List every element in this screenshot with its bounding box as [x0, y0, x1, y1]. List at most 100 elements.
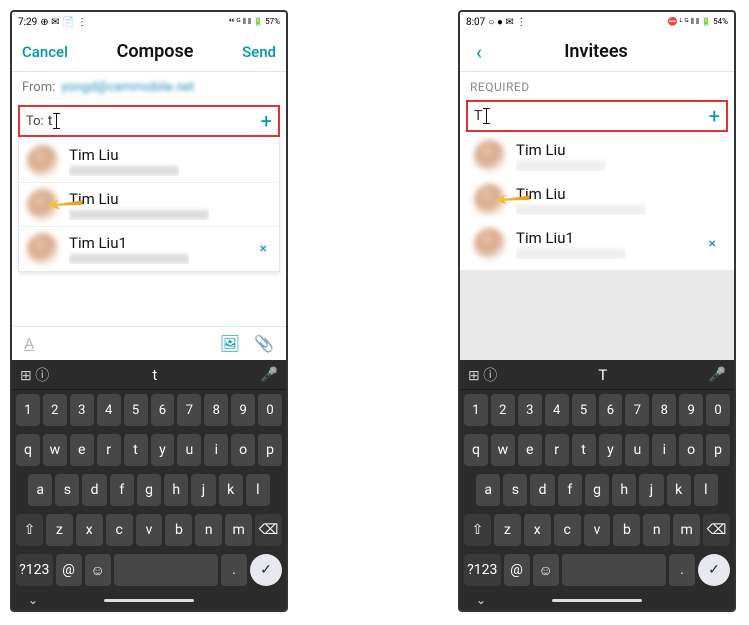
key[interactable]: b: [613, 514, 640, 546]
key[interactable]: 3: [70, 394, 94, 426]
format-text-button[interactable]: A: [24, 334, 34, 353]
key[interactable]: v: [136, 514, 163, 546]
add-invitee-button[interactable]: +: [709, 106, 720, 126]
key[interactable]: 8: [204, 394, 228, 426]
key[interactable]: q: [16, 434, 40, 466]
remove-suggestion-button[interactable]: ×: [705, 236, 720, 252]
key[interactable]: f: [110, 474, 134, 506]
key[interactable]: n: [643, 514, 670, 546]
add-recipient-button[interactable]: +: [261, 111, 272, 131]
key[interactable]: s: [55, 474, 79, 506]
keyboard-suggestion-text[interactable]: t: [49, 366, 260, 384]
key[interactable]: 1: [464, 394, 488, 426]
key[interactable]: t: [572, 434, 596, 466]
key[interactable]: b: [165, 514, 192, 546]
key[interactable]: u: [177, 434, 201, 466]
from-value[interactable]: yongd@cemmobile.net: [61, 80, 194, 95]
key[interactable]: e: [518, 434, 542, 466]
symbols-key[interactable]: ?123: [464, 554, 501, 586]
key[interactable]: m: [225, 514, 252, 546]
microphone-icon[interactable]: 🎤: [709, 367, 726, 383]
key[interactable]: t: [124, 434, 148, 466]
key[interactable]: q: [464, 434, 488, 466]
space-key[interactable]: [114, 554, 218, 586]
key[interactable]: x: [524, 514, 551, 546]
to-input[interactable]: t: [48, 113, 62, 129]
keyboard-menu-icon[interactable]: ⊞ ⓘ: [468, 365, 497, 385]
insert-image-button[interactable]: 🖼: [220, 334, 240, 353]
microphone-icon[interactable]: 🎤: [261, 367, 278, 383]
key[interactable]: f: [558, 474, 582, 506]
suggestion-item[interactable]: Tim Liu: [19, 139, 279, 183]
key[interactable]: g: [137, 474, 161, 506]
key[interactable]: 5: [124, 394, 148, 426]
key[interactable]: y: [599, 434, 623, 466]
keyboard-menu-icon[interactable]: ⊞ ⓘ: [20, 365, 49, 385]
shift-key[interactable]: ⇧: [16, 514, 43, 546]
keyboard-suggestion-text[interactable]: T: [497, 366, 708, 384]
key[interactable]: k: [667, 474, 691, 506]
suggestion-item[interactable]: Tim Liu: [466, 178, 728, 222]
key[interactable]: e: [70, 434, 94, 466]
key[interactable]: 2: [491, 394, 515, 426]
key[interactable]: o: [231, 434, 255, 466]
key[interactable]: u: [625, 434, 649, 466]
key[interactable]: 6: [599, 394, 623, 426]
key[interactable]: 8: [652, 394, 676, 426]
key[interactable]: z: [46, 514, 73, 546]
key[interactable]: x: [76, 514, 103, 546]
key[interactable]: k: [219, 474, 243, 506]
attach-file-button[interactable]: 📎: [254, 334, 274, 353]
suggestion-item[interactable]: Tim Liu: [19, 183, 279, 227]
period-key[interactable]: .: [221, 554, 247, 586]
key[interactable]: r: [545, 434, 569, 466]
key[interactable]: i: [204, 434, 228, 466]
key[interactable]: c: [106, 514, 133, 546]
at-key[interactable]: @: [504, 554, 530, 586]
key[interactable]: j: [191, 474, 215, 506]
invitee-input[interactable]: T: [474, 108, 491, 124]
to-field[interactable]: To: t +: [18, 105, 280, 137]
key[interactable]: d: [82, 474, 106, 506]
emoji-key[interactable]: ☺: [533, 554, 559, 586]
key[interactable]: 3: [518, 394, 542, 426]
suggestion-item[interactable]: Tim Liu: [466, 134, 728, 178]
key[interactable]: 0: [706, 394, 730, 426]
nav-handle[interactable]: [104, 599, 194, 602]
at-key[interactable]: @: [56, 554, 82, 586]
backspace-key[interactable]: ⌫: [255, 514, 282, 546]
key[interactable]: l: [694, 474, 718, 506]
suggestion-item[interactable]: Tim Liu1 ×: [19, 227, 279, 271]
emoji-key[interactable]: ☺: [85, 554, 111, 586]
back-button[interactable]: ‹: [470, 40, 488, 64]
invitee-field[interactable]: T +: [466, 100, 728, 132]
key[interactable]: s: [503, 474, 527, 506]
key[interactable]: r: [97, 434, 121, 466]
submit-key[interactable]: ✓: [698, 554, 730, 586]
key[interactable]: 4: [545, 394, 569, 426]
key[interactable]: 0: [258, 394, 282, 426]
key[interactable]: i: [652, 434, 676, 466]
key[interactable]: 5: [572, 394, 596, 426]
key[interactable]: j: [639, 474, 663, 506]
key[interactable]: 7: [625, 394, 649, 426]
key[interactable]: a: [476, 474, 500, 506]
key[interactable]: c: [554, 514, 581, 546]
backspace-key[interactable]: ⌫: [703, 514, 730, 546]
space-key[interactable]: [562, 554, 666, 586]
key[interactable]: 1: [16, 394, 40, 426]
key[interactable]: 7: [177, 394, 201, 426]
key[interactable]: 4: [97, 394, 121, 426]
nav-down-icon[interactable]: ⌄: [28, 593, 38, 607]
key[interactable]: p: [258, 434, 282, 466]
remove-suggestion-button[interactable]: ×: [256, 241, 271, 257]
key[interactable]: 2: [43, 394, 67, 426]
key[interactable]: z: [494, 514, 521, 546]
symbols-key[interactable]: ?123: [16, 554, 53, 586]
key[interactable]: a: [28, 474, 52, 506]
key[interactable]: 9: [231, 394, 255, 426]
period-key[interactable]: .: [669, 554, 695, 586]
nav-handle[interactable]: [552, 599, 642, 602]
key[interactable]: 6: [151, 394, 175, 426]
submit-key[interactable]: ✓: [250, 554, 282, 586]
